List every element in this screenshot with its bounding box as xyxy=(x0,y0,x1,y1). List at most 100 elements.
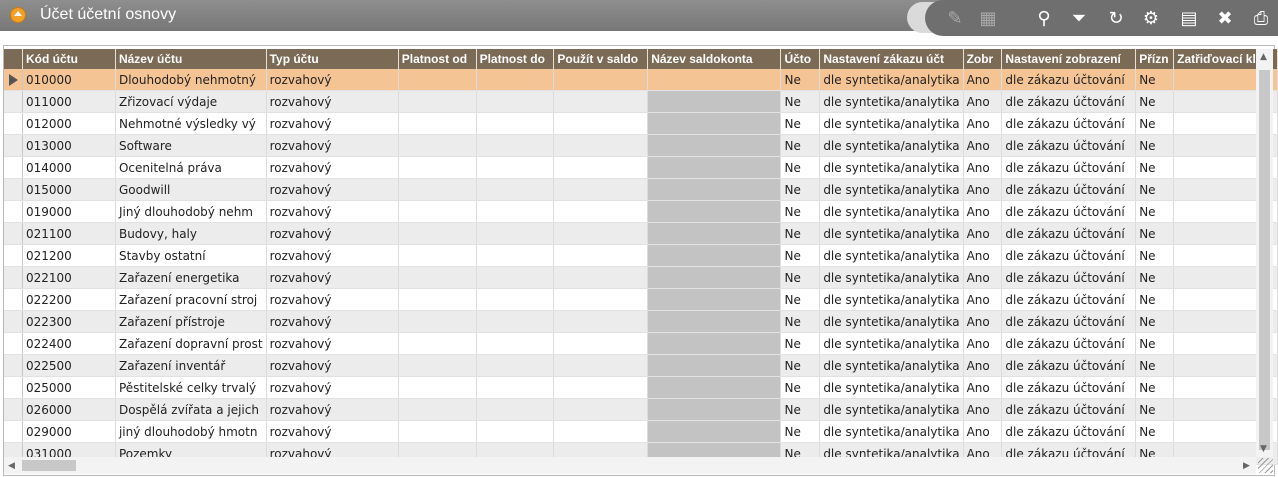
table-cell[interactable] xyxy=(398,398,477,421)
table-cell[interactable]: dle zákazu účtování xyxy=(1001,310,1137,333)
filter-icon[interactable]: ⏷ xyxy=(1068,8,1090,30)
table-cell[interactable]: dle zákazu účtování xyxy=(1001,288,1137,311)
row-selector[interactable] xyxy=(4,244,23,267)
table-cell[interactable]: rozvahový xyxy=(266,134,399,157)
table-cell[interactable] xyxy=(476,90,555,113)
table-cell[interactable] xyxy=(398,156,477,179)
table-cell[interactable] xyxy=(476,420,555,443)
table-cell[interactable] xyxy=(398,134,477,157)
table-cell[interactable] xyxy=(476,244,555,267)
table-cell[interactable]: Zařazení dopravní prost xyxy=(115,332,267,355)
table-cell[interactable] xyxy=(553,178,649,201)
table-cell[interactable]: dle zákazu účtování xyxy=(1001,266,1137,289)
table-cell[interactable] xyxy=(647,266,782,289)
table-cell[interactable]: Goodwill xyxy=(115,178,267,201)
table-cell[interactable] xyxy=(398,200,477,223)
table-cell[interactable]: rozvahový xyxy=(266,310,399,333)
collapse-toggle-icon[interactable] xyxy=(10,7,26,23)
table-cell[interactable]: Ne xyxy=(1135,178,1175,201)
table-cell[interactable] xyxy=(398,90,477,113)
table-cell[interactable]: Ne xyxy=(1135,266,1175,289)
table-cell[interactable]: 021100 xyxy=(22,222,116,245)
scroll-up-icon[interactable]: ▲ xyxy=(1260,52,1267,62)
column-header[interactable]: Platnost od xyxy=(398,49,477,69)
column-header[interactable]: Nastavení zákazu účt xyxy=(819,49,964,69)
table-cell[interactable]: rozvahový xyxy=(266,69,399,91)
table-cell[interactable] xyxy=(553,332,649,355)
table-cell[interactable]: Ne xyxy=(1135,244,1175,267)
table-cell[interactable]: Zařazení přístroje xyxy=(115,310,267,333)
table-row[interactable]: 022200 Zařazení pracovní stroj rozvahový Ne… xyxy=(4,288,1278,311)
table-cell[interactable]: dle syntetika/analytika xyxy=(819,69,964,91)
table-cell[interactable]: dle zákazu účtování xyxy=(1001,354,1137,377)
column-header[interactable]: Použít v saldo xyxy=(553,49,649,69)
table-row[interactable]: 013000 Software rozvahový Ne dle syntetika/a… xyxy=(4,134,1278,157)
table-cell[interactable]: dle zákazu účtování xyxy=(1001,178,1137,201)
table-cell[interactable]: Ano xyxy=(963,332,1003,355)
user-settings-icon[interactable]: ⚙ xyxy=(1140,8,1162,30)
table-cell[interactable]: rozvahový xyxy=(266,420,399,443)
table-cell[interactable] xyxy=(647,90,782,113)
row-selector[interactable] xyxy=(4,310,23,333)
table-cell[interactable] xyxy=(553,376,649,399)
table-cell[interactable] xyxy=(647,69,782,91)
table-cell[interactable]: Ne xyxy=(1135,420,1175,443)
table-cell[interactable]: dle syntetika/analytika xyxy=(819,134,964,157)
table-cell[interactable] xyxy=(647,134,782,157)
table-cell[interactable]: Pěstitelské celky trvalý xyxy=(115,376,267,399)
table-cell[interactable]: dle zákazu účtování xyxy=(1001,398,1137,421)
table-cell[interactable] xyxy=(553,398,649,421)
table-cell[interactable]: dle zákazu účtování xyxy=(1001,134,1137,157)
table-cell[interactable]: dle syntetika/analytika xyxy=(819,156,964,179)
table-cell[interactable]: dle zákazu účtování xyxy=(1001,376,1137,399)
table-row[interactable]: 012000 Nehmotné výsledky vý rozvahový Ne dle… xyxy=(4,112,1278,135)
table-cell[interactable] xyxy=(647,354,782,377)
column-header[interactable]: Název účtu xyxy=(115,49,267,69)
print-icon[interactable]: ⎙ xyxy=(1250,8,1272,30)
table-cell[interactable]: Ne xyxy=(780,90,821,113)
vertical-scroll-thumb[interactable] xyxy=(1259,70,1270,450)
row-selector[interactable] xyxy=(4,134,23,157)
table-row[interactable]: 022500 Zařazení inventář rozvahový Ne dle sy… xyxy=(4,354,1278,377)
table-cell[interactable]: 025000 xyxy=(22,376,116,399)
table-row[interactable]: 014000 Ocenitelná práva rozvahový Ne dle syn… xyxy=(4,156,1278,179)
table-cell[interactable] xyxy=(476,69,555,91)
table-cell[interactable]: dle syntetika/analytika xyxy=(819,398,964,421)
table-cell[interactable]: Ne xyxy=(1135,69,1175,91)
table-cell[interactable] xyxy=(553,69,649,91)
row-selector[interactable] xyxy=(4,200,23,223)
excel-icon[interactable]: ✖ xyxy=(1214,8,1236,30)
refresh-icon[interactable]: ↻ xyxy=(1105,8,1127,30)
resize-grip-icon[interactable] xyxy=(1258,458,1273,473)
table-cell[interactable]: Ne xyxy=(780,69,821,91)
column-header[interactable]: Typ účtu xyxy=(266,49,399,69)
table-cell[interactable]: Dospělá zvířata a jejich xyxy=(115,398,267,421)
table-cell[interactable]: 013000 xyxy=(22,134,116,157)
table-cell[interactable]: Ne xyxy=(1135,134,1175,157)
table-cell[interactable] xyxy=(647,222,782,245)
table-cell[interactable]: Ocenitelná práva xyxy=(115,156,267,179)
table-cell[interactable] xyxy=(398,420,477,443)
row-selector[interactable] xyxy=(4,156,23,179)
table-cell[interactable]: Ne xyxy=(780,244,821,267)
table-cell[interactable] xyxy=(398,222,477,245)
table-cell[interactable] xyxy=(553,354,649,377)
table-cell[interactable]: rozvahový xyxy=(266,244,399,267)
table-cell[interactable]: Ne xyxy=(780,200,821,223)
table-cell[interactable]: Ano xyxy=(963,112,1003,135)
table-cell[interactable] xyxy=(476,178,555,201)
table-cell[interactable]: 010000 xyxy=(22,69,116,91)
table-cell[interactable] xyxy=(647,288,782,311)
table-cell[interactable] xyxy=(476,266,555,289)
table-cell[interactable]: Jiný dlouhodobý nehm xyxy=(115,200,267,223)
table-cell[interactable]: Ne xyxy=(1135,288,1175,311)
table-row[interactable]: 015000 Goodwill rozvahový Ne dle syntetika/a… xyxy=(4,178,1278,201)
table-cell[interactable]: Ano xyxy=(963,354,1003,377)
table-cell[interactable]: Zařazení inventář xyxy=(115,354,267,377)
table-cell[interactable] xyxy=(553,156,649,179)
table-cell[interactable]: Ano xyxy=(963,90,1003,113)
table-cell[interactable] xyxy=(476,222,555,245)
table-cell[interactable]: Zřizovací výdaje xyxy=(115,90,267,113)
table-cell[interactable]: Ne xyxy=(780,134,821,157)
table-cell[interactable]: Ne xyxy=(780,354,821,377)
